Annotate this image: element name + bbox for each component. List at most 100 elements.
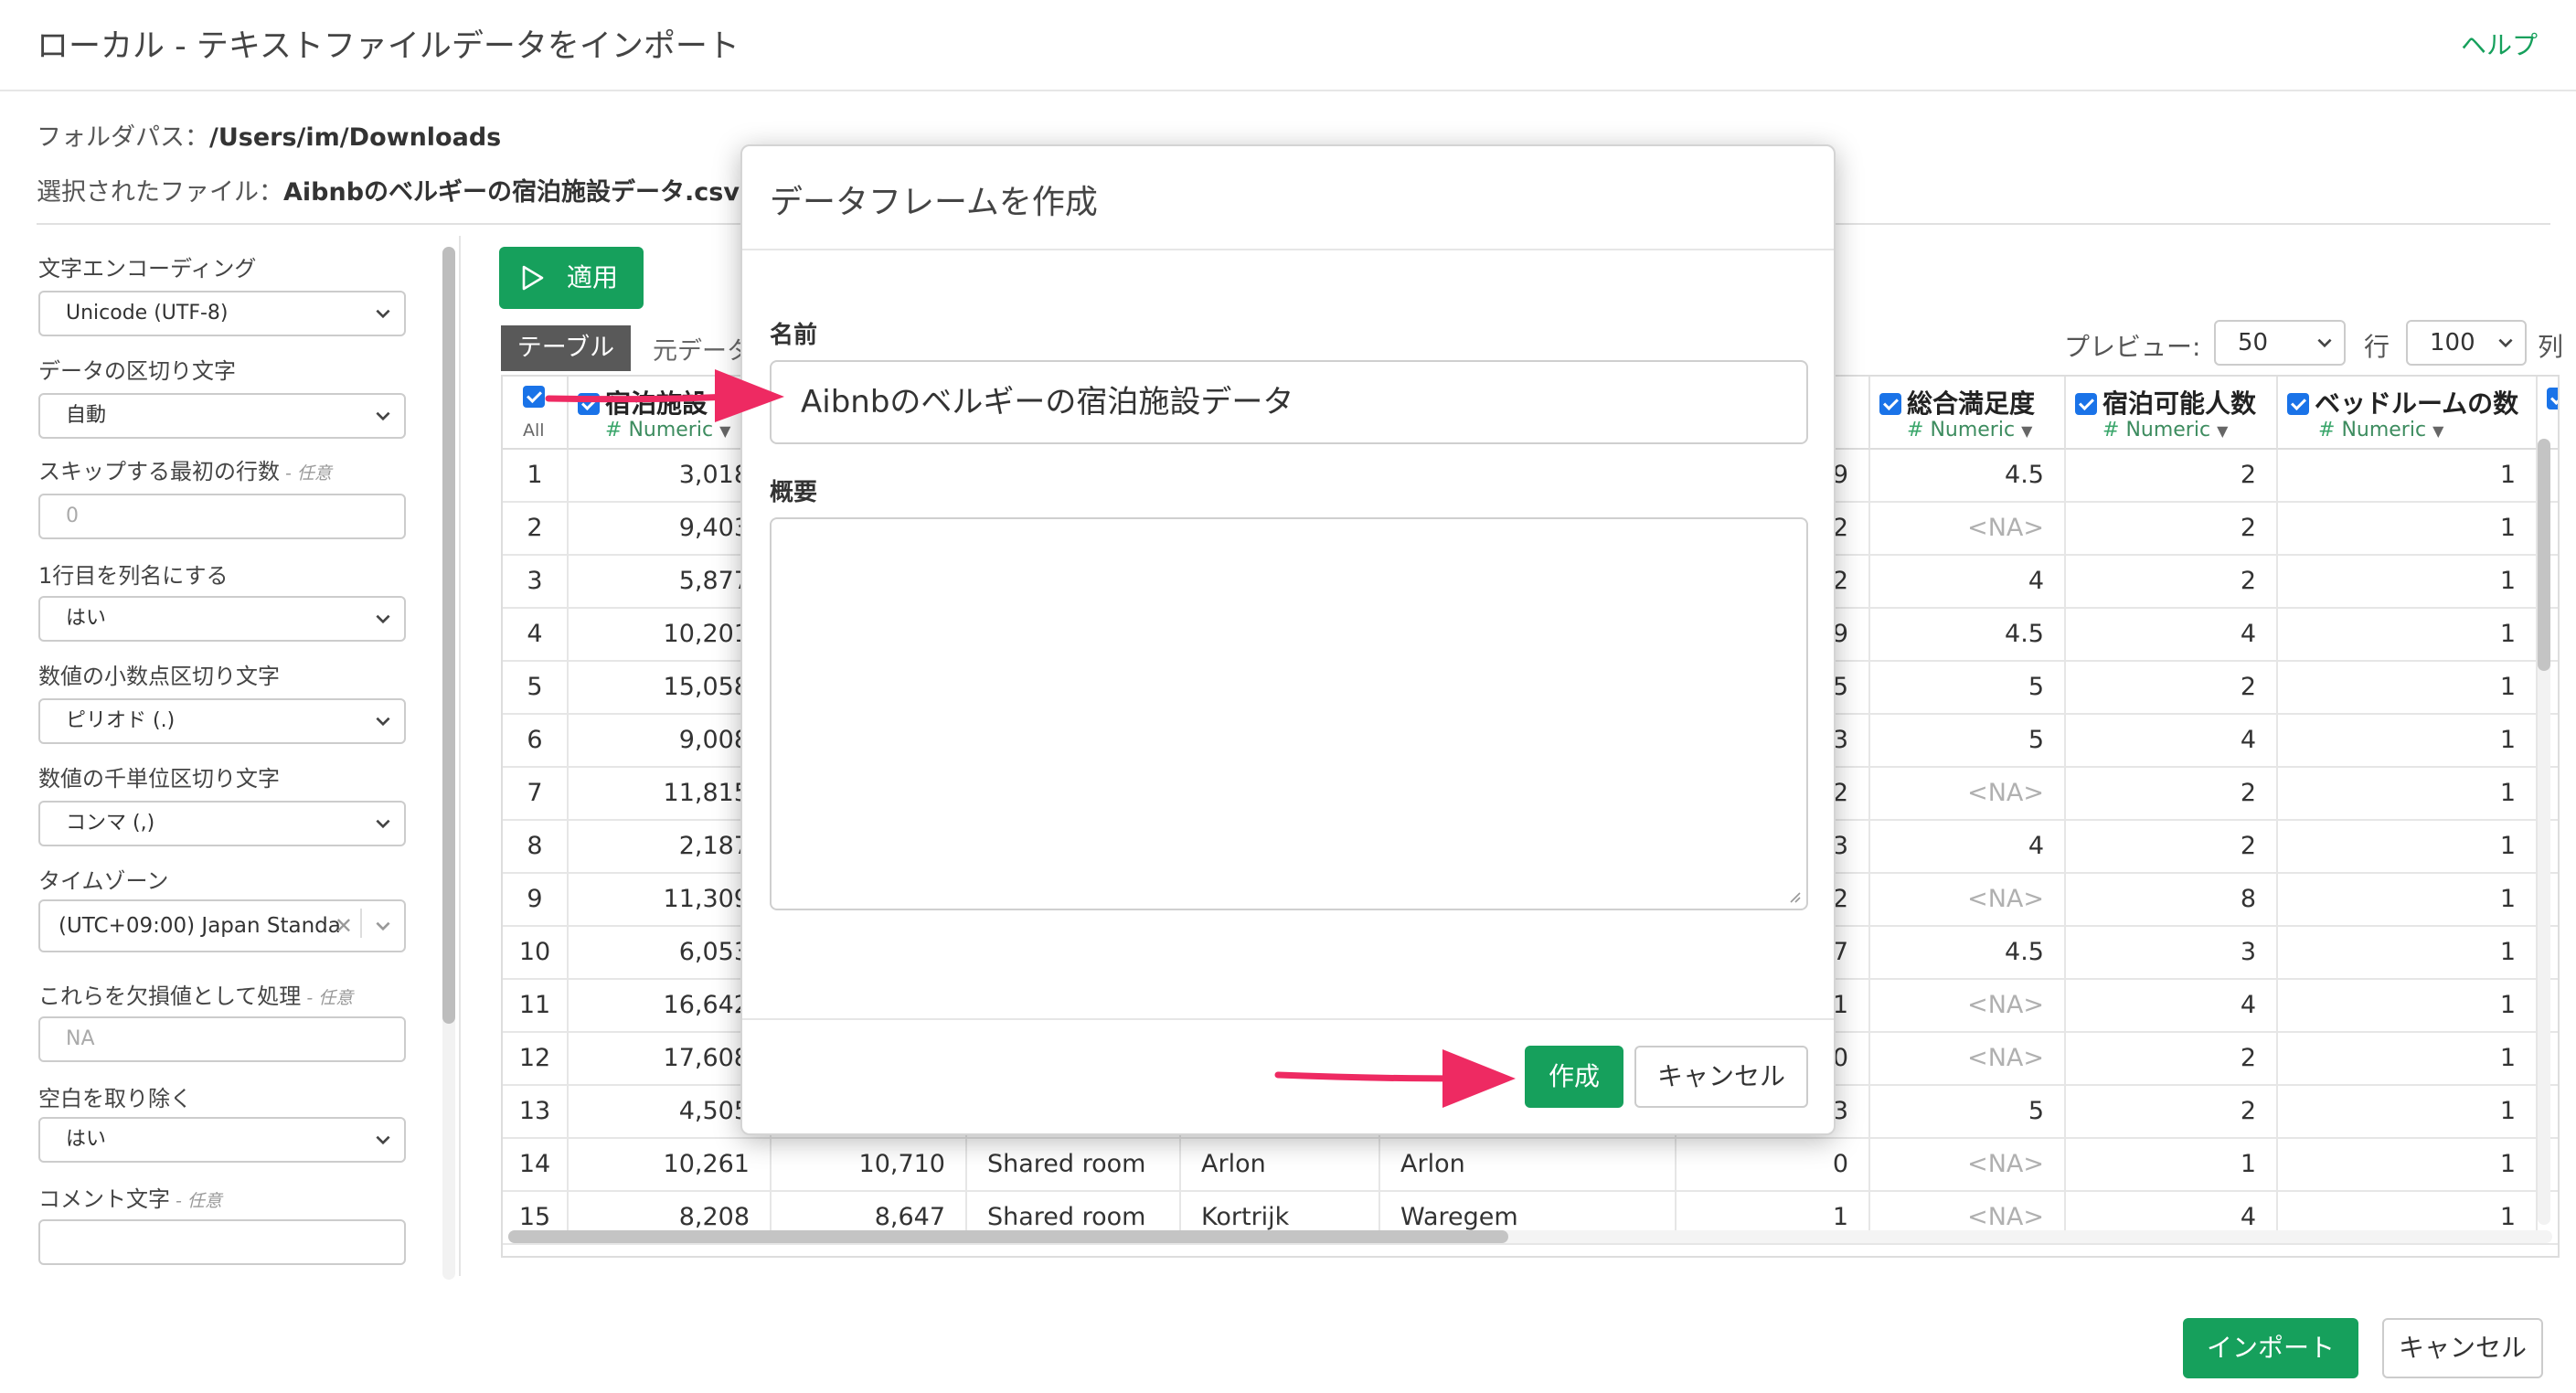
skip-rows-label: スキップする最初の行数 - 任意 [38,453,332,485]
table-cell: 2 [2066,503,2278,554]
column-type-selector[interactable]: # Numeric ▼ [2102,419,2228,441]
help-link[interactable]: ヘルプ [2461,26,2538,62]
thousands-separator-label: 数値の千単位区切り文字 [38,766,280,792]
trim-whitespace-value: はい [66,1128,107,1151]
row-index: 4 [503,609,569,660]
annotation-arrow-icon [1274,1049,1516,1108]
selected-file-value: Aibnbのベルギーの宿泊施設データ.csv [283,178,740,207]
table-cell: 5 [1870,715,2066,766]
chevron-down-icon [376,411,390,421]
table-hscrollbar-thumb[interactable] [508,1230,1508,1243]
table-cell: <NA> [1870,1033,2066,1084]
preview-count-select[interactable]: 50 [2214,320,2346,366]
dialog-header-divider [742,249,1834,250]
clear-icon[interactable]: ✕ [335,901,353,951]
chevron-down-icon [376,717,390,727]
select-all-checkbox[interactable] [523,386,545,408]
name-input[interactable]: Aibnbのベルギーの宿泊施設データ [770,360,1808,444]
chevron-down-icon [376,309,390,319]
column-header[interactable]: 総合満足度 # Numeric ▼ [1870,377,2066,450]
chevron-down-icon [2498,338,2513,348]
cancel-button[interactable]: キャンセル [2382,1318,2543,1378]
decimal-separator-select[interactable]: ピリオド (.) [38,698,406,744]
table-cell: 8 [2066,874,2278,925]
table-cell: 4 [2066,980,2278,1031]
thousands-separator-select[interactable]: コンマ (,) [38,801,406,846]
chevron-down-icon [2317,338,2332,348]
table-cell: 1 [2278,927,2538,978]
chevron-down-icon [376,1135,390,1145]
table-cell: 1 [2278,768,2538,819]
rows-count-select[interactable]: 100 [2406,320,2527,366]
comment-char-label-text: コメント文字 [38,1186,170,1212]
chevron-down-icon [376,614,390,624]
header-divider [0,90,2576,91]
column-type: Numeric [2341,419,2427,441]
table-row: 14 10,261 10,710 Shared room Arlon Arlon 0 <NA>… [503,1139,2558,1192]
columns-unit-label: 列 [2538,332,2564,362]
column-header[interactable]: 宿泊可能人数 # Numeric ▼ [2066,377,2278,450]
dialog-cancel-button[interactable]: キャンセル [1634,1046,1808,1108]
table-cell: 5 [1870,1086,2066,1137]
table-cell: 4 [2066,609,2278,660]
rows-count-value: 100 [2430,329,2475,356]
table-cell: 4.5 [1870,450,2066,501]
encoding-value: Unicode (UTF-8) [66,302,229,324]
name-label: 名前 [770,322,818,349]
column-checkbox[interactable] [1879,393,1901,415]
table-cell: 2 [2066,768,2278,819]
row-index: 13 [503,1086,569,1137]
select-all-label: All [523,420,545,441]
table-cell: 2 [2066,1033,2278,1084]
tab-raw-data[interactable]: 元データ [653,331,751,367]
page-title: ローカル - テキストファイルデータをインポート [37,28,740,65]
folder-path: フォルダパス：/Users/im/Downloads [37,117,501,153]
timezone-select[interactable]: (UTC+09:00) Japan Standa ✕ [38,899,406,952]
header-row-select[interactable]: はい [38,596,406,642]
preview-label: プレビュー: [2064,332,2201,362]
table-cell: 4.5 [1870,927,2066,978]
table-cell: <NA> [1870,503,2066,554]
table-cell: <NA> [1870,874,2066,925]
apply-button[interactable]: 適用 [499,247,644,309]
column-type-selector[interactable]: # Numeric ▼ [1907,419,2032,441]
chevron-down-icon [376,921,390,931]
settings-scrollbar-thumb[interactable] [442,247,455,1024]
folder-path-value: /Users/im/Downloads [209,123,502,152]
row-index: 9 [503,874,569,925]
resize-grip-icon[interactable] [1788,890,1801,903]
create-button[interactable]: 作成 [1525,1046,1623,1108]
column-checkbox[interactable] [2547,388,2558,409]
table-cell: 2 [2066,1086,2278,1137]
table-cell: 1 [2278,980,2538,1031]
table-vscrollbar-thumb[interactable] [2538,439,2550,671]
description-textarea[interactable] [770,517,1808,910]
table-cell: <NA> [1870,768,2066,819]
column-checkbox[interactable] [2075,393,2097,415]
table-cell: 1 [2278,450,2538,501]
table-cell: 1 [2278,715,2538,766]
column-header[interactable]: ベッドルームの数 # Numeric ▼ [2278,377,2538,450]
row-index: 5 [503,662,569,713]
table-cell: 10,710 [772,1139,967,1190]
thousands-separator-value: コンマ (,) [66,812,155,835]
row-index: 2 [503,503,569,554]
table-cell: 0 [1677,1139,1870,1190]
column-type-selector[interactable]: # Numeric ▼ [2318,419,2443,441]
table-cell: 1 [2278,556,2538,607]
trim-whitespace-select[interactable]: はい [38,1117,406,1163]
table-cell: 10,261 [569,1139,772,1190]
header-row-value: はい [66,607,107,630]
skip-rows-input[interactable]: 0 [38,494,406,539]
skip-rows-placeholder: 0 [66,505,79,527]
na-values-input[interactable]: NA [38,1016,406,1062]
import-button[interactable]: インポート [2183,1318,2358,1378]
delimiter-select[interactable]: 自動 [38,393,406,439]
row-index: 3 [503,556,569,607]
table-cell: Arlon [1181,1139,1380,1190]
comment-char-input[interactable] [38,1219,406,1265]
encoding-label: 文字エンコーディング [38,256,257,282]
column-checkbox[interactable] [2287,393,2309,415]
table-cell: 2 [2066,662,2278,713]
encoding-select[interactable]: Unicode (UTF-8) [38,291,406,336]
